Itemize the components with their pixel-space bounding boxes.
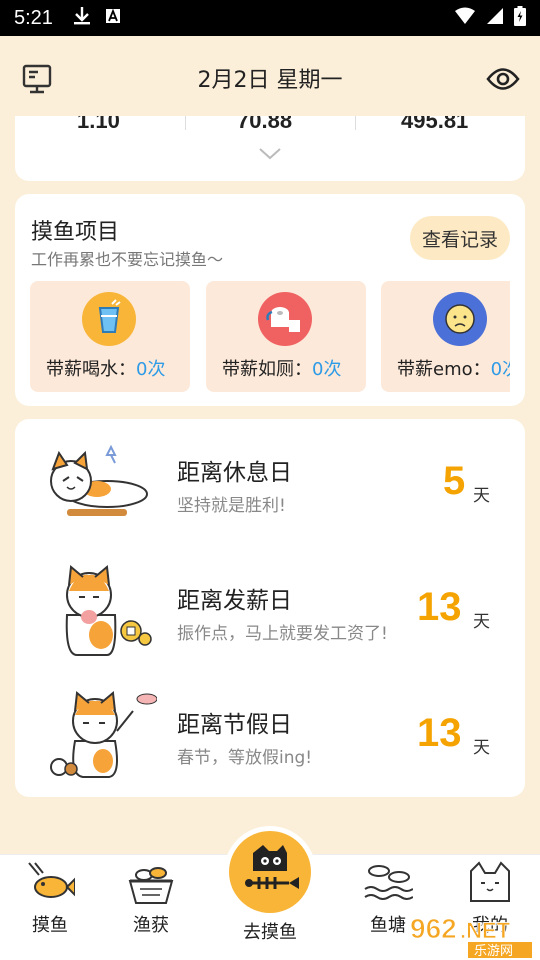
fish-icon: [25, 861, 76, 909]
summary-value-3: 495.81: [401, 116, 469, 133]
fish-item-water[interactable]: 带薪喝水：0次: [30, 281, 190, 392]
countdown-number: 13: [417, 585, 462, 629]
watermark-suffix: .NET: [460, 918, 511, 943]
item-label: 带薪emo：0次: [397, 355, 510, 381]
cat-waving-icon: [37, 691, 158, 785]
countdown-title: 距离休息日: [177, 460, 292, 486]
fish-bone-icon: [229, 831, 311, 913]
countdown-unit: 天: [473, 612, 490, 632]
divider: [185, 116, 186, 130]
watermark-brand: 962: [410, 913, 457, 944]
section-subtitle: 工作再累也不要忘记摸鱼～: [31, 250, 224, 269]
status-time: 5:21: [14, 6, 53, 29]
countdown-subtitle: 振作点，马上就要发工资了!: [177, 624, 388, 644]
notification-a-icon: [105, 8, 121, 28]
item-label: 带薪如厕：0次: [222, 359, 342, 380]
countdown-subtitle: 春节，等放假ing!: [177, 748, 313, 768]
countdown-title: 距离发薪日: [177, 588, 292, 614]
water-glass-icon: [82, 292, 136, 346]
countdown-row-weekend: 距离休息日 坚持就是胜利! 5 天: [15, 439, 525, 549]
download-icon: [73, 6, 91, 30]
countdown-row-holiday: 距离节假日 春节，等放假ing! 13 天: [15, 691, 525, 801]
countdown-unit: 天: [473, 486, 490, 506]
view-records-button[interactable]: 查看记录: [410, 216, 510, 260]
countdown-subtitle: 坚持就是胜利!: [177, 496, 286, 516]
summary-value-1: 1.10: [77, 116, 120, 133]
fish-pond-icon: [363, 861, 414, 909]
countdown-number: 13: [417, 711, 462, 755]
nav-label: 渔获: [133, 915, 169, 936]
countdown-row-payday: 距离发薪日 振作点，马上就要发工资了! 13 天: [15, 565, 525, 675]
top-bar: 2月2日 星期一: [0, 36, 540, 120]
battery-icon: [514, 6, 526, 30]
fish-project-card: 摸鱼项目 工作再累也不要忘记摸鱼～ 查看记录 带薪喝水：0次 带薪如厕：0次 带…: [15, 194, 525, 406]
item-label: 带薪喝水：0次: [46, 359, 166, 380]
go-fish-button[interactable]: [224, 826, 316, 918]
summary-card: 1.10 70.88 495.81: [15, 116, 525, 181]
fish-item-toilet[interactable]: 带薪如厕：0次: [206, 281, 366, 392]
status-bar: 5:21: [0, 0, 540, 36]
wifi-icon: [454, 7, 476, 29]
chevron-down-icon[interactable]: [258, 146, 282, 165]
section-title: 摸鱼项目: [31, 220, 120, 245]
summary-value-2: 70.88: [237, 116, 293, 133]
watermark-site: 乐游网: [474, 944, 513, 958]
countdown-unit: 天: [473, 738, 490, 758]
fish-basket-icon: [126, 861, 176, 909]
sad-face-icon: [433, 292, 487, 346]
cat-avatar-icon: [465, 861, 515, 909]
item-count: 0次: [136, 359, 166, 380]
nav-label-go-fish: 去摸鱼: [243, 922, 297, 943]
countdown-number: 5: [443, 459, 466, 503]
monitor-icon[interactable]: [22, 64, 52, 98]
countdown-card: 距离休息日 坚持就是胜利! 5 天 距离发薪日 振作点，马上就要发工资了! 13…: [15, 419, 525, 797]
nav-item-catch[interactable]: 渔获: [101, 855, 201, 955]
item-count: 0次: [312, 359, 342, 380]
item-count: 0次: [490, 359, 510, 380]
signal-icon: [486, 7, 504, 29]
fish-item-emo[interactable]: 带薪emo：0次: [381, 281, 510, 392]
nav-label: 摸鱼: [32, 915, 68, 936]
cat-lying-icon: [37, 439, 157, 527]
eye-icon[interactable]: [486, 66, 520, 96]
nav-item-fish[interactable]: 摸鱼: [0, 855, 100, 955]
fish-items-list: 带薪喝水：0次 带薪如厕：0次 带薪emo：0次: [30, 281, 510, 393]
divider: [355, 116, 356, 130]
countdown-title: 距离节假日: [177, 712, 292, 738]
cat-praying-icon: [37, 565, 157, 665]
page-title: 2月2日 星期一: [197, 68, 343, 93]
toilet-paper-icon: [258, 292, 312, 346]
watermark: 962 .NET 乐游网: [400, 908, 540, 959]
